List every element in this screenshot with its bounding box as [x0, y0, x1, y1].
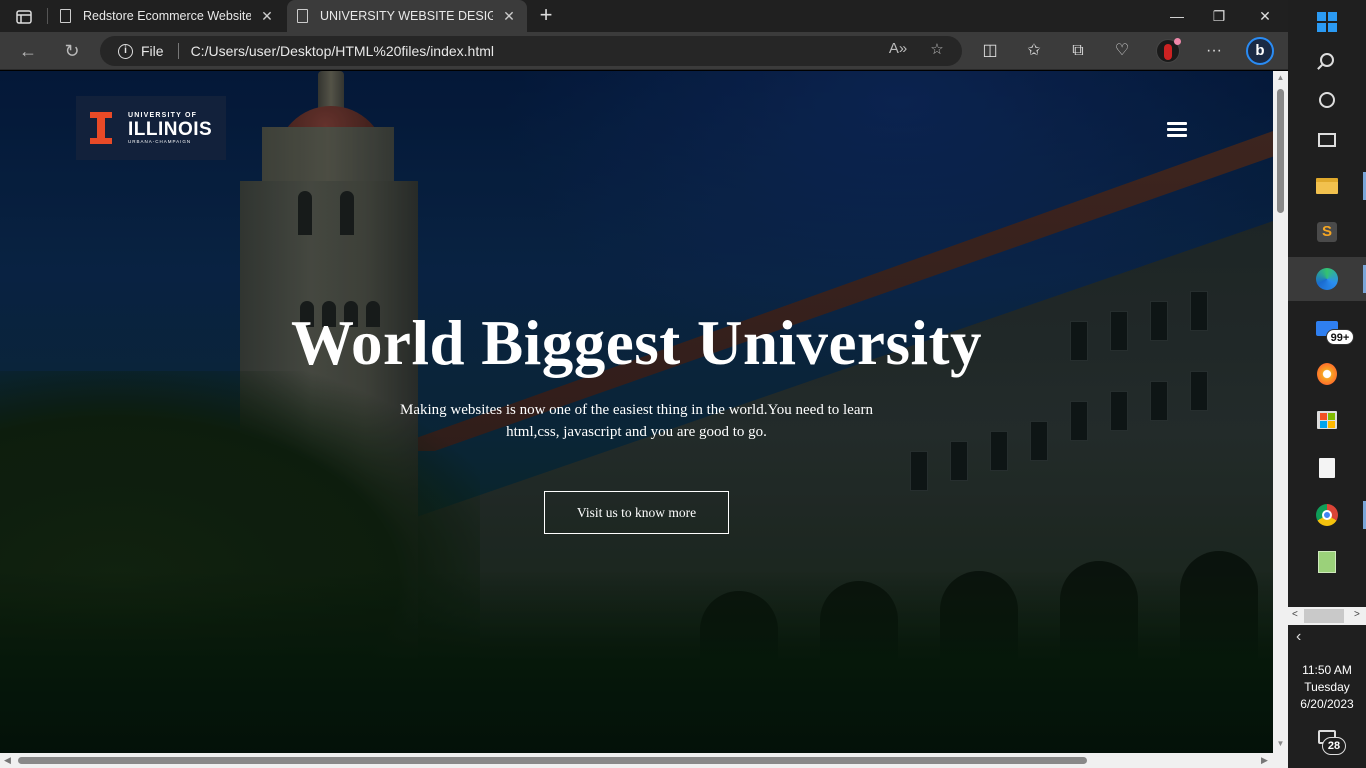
restore-button[interactable]: ❐: [1208, 6, 1230, 26]
file-icon: [1319, 458, 1335, 478]
task-view-icon: [1318, 133, 1336, 147]
scroll-right-icon[interactable]: ▶: [1261, 755, 1268, 766]
collections-icon[interactable]: ⧉: [1066, 40, 1090, 62]
favorite-star-icon[interactable]: ☆: [927, 40, 947, 58]
mail-unread-badge: 99+: [1326, 329, 1354, 345]
horizontal-scroll-thumb[interactable]: [18, 757, 1087, 764]
profile-status-dot: [1174, 38, 1181, 45]
store-icon: [1317, 411, 1337, 429]
page-viewport: UNIVERSITY OF ILLINOIS URBANA-CHAMPAIGN …: [0, 71, 1273, 753]
folder-icon: [1316, 178, 1338, 194]
notepad-button[interactable]: [1288, 540, 1366, 584]
tab-actions-icon[interactable]: [8, 6, 40, 28]
task-view-button[interactable]: [1288, 118, 1366, 162]
scroll-up-icon[interactable]: ▲: [1276, 73, 1285, 82]
close-icon[interactable]: ✕: [501, 8, 517, 25]
tab-university[interactable]: UNIVERSITY WEBSITE DESIGHN ✕: [287, 0, 527, 32]
minimize-button[interactable]: —: [1166, 6, 1188, 26]
clock-date: 6/20/2023: [1300, 697, 1354, 711]
cortana-button[interactable]: [1288, 78, 1366, 122]
windows-icon: [1317, 12, 1337, 32]
address-bar-row: ← ↻ i File C:/Users/user/Desktop/HTML%20…: [0, 32, 1288, 70]
edge-button[interactable]: [1288, 257, 1366, 301]
search-button[interactable]: [1288, 38, 1366, 82]
scroll-left-icon[interactable]: ◀: [4, 755, 11, 766]
split-screen-icon[interactable]: ◫: [978, 40, 1002, 62]
tab-title: UNIVERSITY WEBSITE DESIGHN: [320, 9, 493, 23]
clock-time: 11:50 AM: [1302, 663, 1352, 677]
notification-count-badge: 28: [1322, 737, 1346, 755]
vertical-scroll-thumb[interactable]: [1277, 89, 1284, 213]
scroll-down-icon[interactable]: ▼: [1276, 739, 1285, 748]
windows-taskbar: S: [1288, 0, 1366, 768]
scroll-right-icon[interactable]: >: [1354, 609, 1360, 620]
file-explorer-button[interactable]: [1288, 164, 1366, 208]
close-window-button[interactable]: ✕: [1254, 6, 1276, 26]
tab-redstore[interactable]: Redstore Ecommerce Website de ✕: [50, 0, 285, 32]
info-icon[interactable]: i: [118, 43, 133, 59]
horizontal-scrollbar[interactable]: ◀ ▶: [0, 753, 1273, 768]
favorites-icon[interactable]: ✩: [1022, 40, 1046, 62]
scroll-left-icon[interactable]: <: [1292, 609, 1298, 620]
brave-icon: [1317, 363, 1337, 385]
new-tab-button[interactable]: +: [535, 4, 557, 26]
back-arrow-icon[interactable]: ←: [16, 40, 40, 62]
notepad-icon: [1318, 551, 1336, 573]
store-button[interactable]: [1288, 398, 1366, 442]
chrome-button[interactable]: [1288, 493, 1366, 537]
hero-subtitle: Making websites is now one of the easies…: [400, 402, 873, 440]
browser-tab-bar: Redstore Ecommerce Website de ✕ UNIVERSI…: [0, 0, 1288, 32]
clock-day: Tuesday: [1304, 680, 1350, 694]
mail-button[interactable]: [1288, 306, 1366, 350]
file-button[interactable]: [1288, 446, 1366, 490]
more-options-icon[interactable]: ···: [1202, 40, 1226, 62]
sublime-text-button[interactable]: S: [1288, 210, 1366, 254]
document-icon: [297, 9, 308, 23]
scheme-label: File: [141, 43, 164, 59]
scrollbar-corner: [1273, 753, 1288, 768]
taskbar-scroll-thumb[interactable]: [1304, 609, 1344, 623]
logo-wordmark: UNIVERSITY OF ILLINOIS URBANA-CHAMPAIGN: [128, 112, 212, 145]
close-icon[interactable]: ✕: [259, 8, 275, 25]
tab-separator: [47, 8, 48, 24]
refresh-icon[interactable]: ↻: [60, 40, 84, 62]
browser-essentials-icon[interactable]: ♡: [1110, 40, 1134, 62]
tab-title: Redstore Ecommerce Website de: [83, 9, 251, 23]
divider: [177, 43, 179, 59]
vertical-scrollbar[interactable]: ▲ ▼: [1273, 71, 1288, 753]
bing-chat-icon[interactable]: b: [1246, 37, 1274, 65]
system-clock[interactable]: 11:50 AM Tuesday 6/20/2023: [1288, 662, 1366, 713]
logo-line-3: URBANA-CHAMPAIGN: [128, 138, 192, 144]
tray-chevron-icon[interactable]: ‹: [1296, 628, 1301, 646]
taskbar-scrollbar[interactable]: < >: [1288, 607, 1366, 625]
visit-us-button[interactable]: Visit us to know more: [544, 491, 729, 534]
logo-line-2: ILLINOIS: [128, 118, 213, 140]
search-icon: [1320, 53, 1334, 67]
brave-button[interactable]: [1288, 352, 1366, 396]
address-field[interactable]: i File C:/Users/user/Desktop/HTML%20file…: [100, 36, 962, 66]
document-icon: [60, 9, 71, 23]
hamburger-menu-icon[interactable]: [1167, 122, 1187, 138]
university-logo[interactable]: UNIVERSITY OF ILLINOIS URBANA-CHAMPAIGN: [76, 96, 226, 160]
url-text: C:/Users/user/Desktop/HTML%20files/index…: [190, 43, 494, 59]
edge-icon: [1316, 268, 1338, 290]
read-aloud-icon[interactable]: A»: [888, 40, 908, 57]
chrome-icon: [1316, 504, 1338, 526]
hero-title: World Biggest University: [291, 308, 982, 378]
block-i-icon: [90, 112, 112, 144]
sublime-text-icon: S: [1317, 222, 1337, 242]
logo-line-1: UNIVERSITY OF: [128, 111, 198, 119]
cortana-icon: [1319, 92, 1335, 108]
